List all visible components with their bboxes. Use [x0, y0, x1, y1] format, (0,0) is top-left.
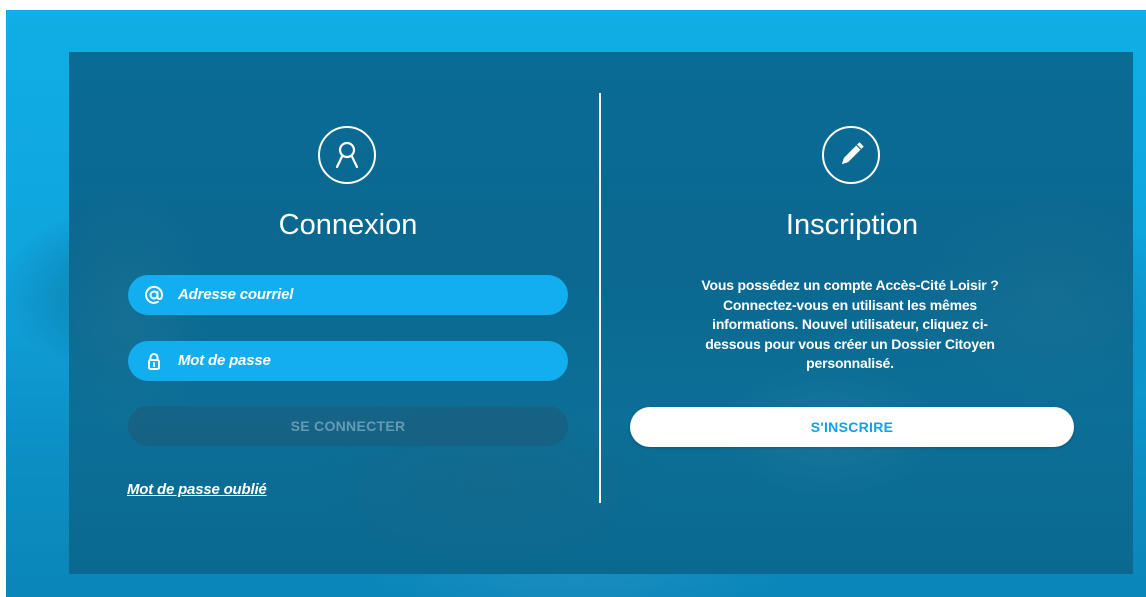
password-placeholder: Mot de passe [178, 352, 271, 369]
password-field[interactable]: Mot de passe [128, 341, 568, 381]
pencil-icon [822, 126, 880, 184]
user-icon [318, 126, 376, 184]
email-placeholder: Adresse courriel [178, 286, 294, 303]
at-icon [144, 285, 164, 305]
email-field[interactable]: Adresse courriel [128, 275, 568, 315]
login-title: Connexion [278, 209, 418, 241]
signup-button[interactable]: S'INSCRIRE [630, 407, 1074, 447]
lock-icon [144, 351, 164, 371]
signup-title: Inscription [785, 209, 919, 241]
panel-divider [599, 93, 601, 503]
forgot-password-link[interactable]: Mot de passe oublié [127, 481, 267, 498]
signup-description: Vous possédez un compte Accès-Cité Loisi… [701, 277, 999, 371]
login-button[interactable]: SE CONNECTER [128, 406, 568, 446]
